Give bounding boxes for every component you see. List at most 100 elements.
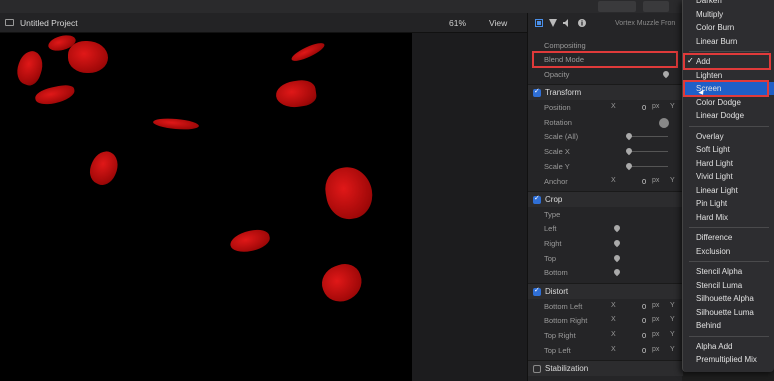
blend-mode-option[interactable]: Color Dodge [683, 96, 774, 109]
position-unit: px [652, 103, 660, 110]
scale-all-row[interactable]: Scale (All) [528, 130, 683, 144]
blend-mode-option[interactable]: Pin Light [683, 197, 774, 210]
distort-top-left-row[interactable]: Top Left X 0 px Y [528, 344, 683, 358]
rotation-dial[interactable] [659, 118, 669, 128]
bottom-right-x-value[interactable]: 0 [642, 316, 646, 325]
audio-inspector-icon[interactable] [563, 19, 571, 27]
stabilization-checkbox[interactable] [533, 365, 541, 373]
rose-petal [321, 163, 377, 223]
crop-right-row[interactable]: Right [528, 237, 683, 251]
blend-mode-option[interactable]: Hard Light [683, 157, 774, 170]
blend-mode-option[interactable]: Alpha Add [683, 340, 774, 353]
scale-all-slider[interactable] [628, 136, 668, 137]
top-left-x-value[interactable]: 0 [642, 346, 646, 355]
scale-y-slider[interactable] [628, 166, 668, 167]
menu-separator [689, 51, 769, 52]
color-inspector-icon[interactable] [549, 19, 557, 27]
top-left-x-axis-label: X [611, 346, 616, 353]
compositing-label: Compositing [544, 41, 586, 50]
scale-all-label: Scale (All) [544, 132, 579, 141]
position-x-value[interactable]: 0 [642, 103, 646, 112]
blend-mode-option[interactable]: Linear Burn [683, 35, 774, 48]
menu-separator [689, 227, 769, 228]
blend-mode-option[interactable]: Linear Light [683, 184, 774, 197]
crop-checkbox[interactable] [533, 194, 541, 204]
scale-y-row[interactable]: Scale Y [528, 160, 683, 174]
zoom-menu[interactable]: 61% [449, 18, 466, 28]
position-label: Position [544, 103, 571, 112]
bottom-left-x-value[interactable]: 0 [642, 302, 646, 311]
blend-mode-option[interactable]: Behind [683, 319, 774, 332]
opacity-row[interactable]: Opacity [528, 68, 683, 82]
crop-top-row[interactable]: Top [528, 252, 683, 266]
position-row[interactable]: Position X 0 px Y [528, 101, 683, 115]
blend-mode-option[interactable]: Exclusion [683, 245, 774, 258]
blend-mode-option[interactable]: Stencil Luma [683, 279, 774, 292]
crop-right-label: Right [544, 239, 562, 248]
crop-left-row[interactable]: Left [528, 222, 683, 236]
toolbar-button[interactable] [598, 1, 636, 12]
blend-mode-option-label: Pin Light [696, 199, 728, 208]
crop-type-row[interactable]: Type [528, 208, 683, 222]
crop-section-header[interactable]: Crop [528, 191, 683, 207]
anchor-unit: px [652, 177, 660, 184]
crop-bottom-row[interactable]: Bottom [528, 266, 683, 280]
crop-bottom-knob[interactable] [612, 267, 622, 277]
blend-mode-option[interactable]: Linear Dodge [683, 109, 774, 122]
blend-mode-option[interactable]: Vivid Light [683, 170, 774, 183]
scale-x-label: Scale X [544, 147, 570, 156]
blend-mode-option[interactable]: Stencil Alpha [683, 265, 774, 278]
distort-bottom-right-row[interactable]: Bottom Right X 0 px Y [528, 314, 683, 328]
top-right-x-value[interactable]: 0 [642, 331, 646, 340]
stabilization-label: Stabilization [545, 364, 589, 373]
info-inspector-icon[interactable] [578, 19, 586, 27]
video-inspector-icon[interactable] [535, 19, 543, 27]
transform-section-header[interactable]: Transform [528, 84, 683, 100]
blend-mode-option-label: Color Dodge [696, 97, 741, 107]
blend-mode-option-label: Stencil Luma [696, 280, 743, 290]
blend-mode-option[interactable]: Hard Mix [683, 211, 774, 224]
blend-mode-option[interactable]: Darken [683, 0, 774, 7]
rotation-row[interactable]: Rotation [528, 116, 683, 130]
blend-mode-option[interactable]: Difference [683, 231, 774, 244]
toolbar-button[interactable] [643, 1, 669, 12]
blend-mode-option[interactable]: Color Burn [683, 21, 774, 34]
crop-left-knob[interactable] [612, 223, 622, 233]
blend-mode-option-label: Linear Burn [696, 36, 738, 46]
opacity-slider-knob[interactable] [661, 69, 671, 79]
view-menu[interactable]: View [489, 18, 507, 28]
position-x-axis-label: X [611, 103, 616, 110]
distort-top-right-row[interactable]: Top Right X 0 px Y [528, 329, 683, 343]
stabilization-section-header[interactable]: Stabilization [528, 360, 683, 376]
transform-checkbox[interactable] [533, 87, 541, 97]
blend-mode-option[interactable]: Multiply [683, 8, 774, 21]
blend-mode-option[interactable]: Silhouette Alpha [683, 292, 774, 305]
blend-mode-option[interactable]: Overlay [683, 130, 774, 143]
anchor-x-value[interactable]: 0 [642, 177, 646, 186]
rose-petal [85, 147, 123, 189]
blend-mode-option[interactable]: Soft Light [683, 143, 774, 156]
distort-section-header[interactable]: Distort [528, 283, 683, 299]
scale-y-knob[interactable] [624, 161, 634, 171]
scale-all-knob[interactable] [624, 131, 634, 141]
blend-mode-option-label: Linear Light [696, 185, 738, 195]
rose-petal [228, 227, 272, 255]
blend-mode-option-label: Hard Light [696, 158, 733, 168]
crop-label: Crop [545, 195, 563, 204]
blend-mode-option[interactable]: Premultiplied Mix [683, 353, 774, 366]
distort-checkbox[interactable] [533, 286, 541, 296]
blend-mode-option[interactable]: Silhouette Luma [683, 306, 774, 319]
bottom-right-x-axis-label: X [611, 316, 616, 323]
distort-bottom-left-row[interactable]: Bottom Left X 0 px Y [528, 300, 683, 314]
rose-petal [33, 83, 77, 107]
rose-petal [317, 259, 367, 307]
crop-top-knob[interactable] [612, 253, 622, 263]
scale-x-slider[interactable] [628, 151, 668, 152]
scale-x-row[interactable]: Scale X [528, 145, 683, 159]
crop-type-label: Type [544, 210, 561, 219]
anchor-row[interactable]: Anchor X 0 px Y [528, 175, 683, 189]
crop-right-knob[interactable] [612, 238, 622, 248]
scale-x-knob[interactable] [624, 146, 634, 156]
add-item-highlight [683, 53, 771, 70]
video-canvas[interactable] [0, 33, 412, 381]
